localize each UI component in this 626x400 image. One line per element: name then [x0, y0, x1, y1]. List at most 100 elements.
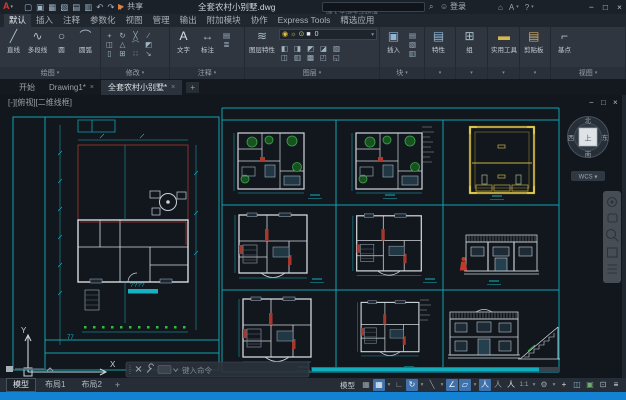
graphics-performance-icon[interactable]: ▣ — [584, 379, 596, 391]
panel-title-groups[interactable]: ▾ — [456, 67, 487, 79]
snap-mode-icon[interactable]: ▦ — [373, 379, 385, 391]
modify-tool-icon[interactable]: ◩ — [143, 40, 154, 49]
open-file-icon[interactable]: ▣ — [36, 1, 44, 13]
ribbon-tab-注释[interactable]: 注释 — [58, 14, 85, 27]
panel-title-draw[interactable]: 绘图▾ — [0, 67, 100, 79]
close-button[interactable]: × — [617, 2, 622, 12]
layers-button-图层特性[interactable]: ≋图层特性 — [248, 29, 276, 54]
groups-button-组[interactable]: ⊞组 — [459, 29, 480, 54]
ribbon-tab-视图[interactable]: 视图 — [121, 14, 148, 27]
object-snap-tracking-icon[interactable]: ∠ — [446, 379, 458, 391]
ribbon-tab-协作[interactable]: 协作 — [246, 14, 273, 27]
plot-icon[interactable]: ▤ — [72, 1, 80, 13]
layers-tool-icon[interactable]: ▥ — [292, 53, 303, 62]
file-tab-全套农村小别墅*[interactable]: 全套农村小别墅*× — [101, 80, 182, 95]
panel-title-block[interactable]: 块▾ — [380, 67, 424, 79]
viewport-controls-label[interactable]: [-][俯视][二维线框] — [8, 97, 72, 107]
drawing-canvas[interactable]: ???? 77 — [0, 95, 626, 378]
app-menu-button[interactable]: A▾ — [3, 1, 13, 11]
doc-close-button[interactable]: × — [613, 98, 618, 107]
annotation-autoscale-icon[interactable]: 人 — [492, 379, 504, 391]
layers-tool-icon[interactable]: ◨ — [292, 44, 303, 53]
clipboard-button-剪贴板[interactable]: ▤剪贴板 — [523, 29, 545, 54]
new-layout-button[interactable]: + — [111, 380, 124, 390]
save-as-icon[interactable]: ▧ — [60, 1, 68, 13]
help-icon[interactable]: ? — [525, 3, 529, 12]
panel-title-annotate[interactable]: 注释▾ — [170, 67, 244, 79]
workspace-gear-icon[interactable]: ⚙ — [538, 379, 550, 391]
clean-screen-icon[interactable]: ⊡ — [597, 379, 609, 391]
object-snap-icon[interactable]: ▱ — [459, 379, 471, 391]
model-space-button[interactable]: 模型 — [336, 380, 359, 391]
annotate-tool-icon[interactable]: ≣ — [221, 40, 232, 49]
polar-tracking-icon[interactable]: ↻ — [406, 379, 418, 391]
properties-button-特性[interactable]: ▤特性 — [428, 29, 449, 54]
recent-commands-icon[interactable] — [158, 366, 171, 374]
autodesk-account-icon[interactable]: A — [509, 3, 514, 12]
viewcube[interactable]: 上 北 南 西 东 — [568, 117, 609, 159]
annotation-scale-person-icon[interactable]: 人 — [505, 379, 517, 391]
annotation-monitor-icon[interactable]: + — [558, 379, 570, 391]
layers-tool-icon[interactable]: ◩ — [305, 44, 316, 53]
print-icon[interactable]: ▥ — [84, 1, 92, 13]
undo-icon[interactable]: ↶ — [96, 1, 103, 13]
panel-title-layers[interactable]: 图层▾ — [245, 67, 379, 79]
layers-tool-icon[interactable]: ▩ — [305, 53, 316, 62]
customization-menu-icon[interactable]: ≡ — [610, 379, 622, 391]
search-icon[interactable]: ⌕ — [429, 1, 433, 13]
modify-tool-icon[interactable]: △ — [117, 40, 128, 49]
maximize-button[interactable]: □ — [603, 2, 608, 12]
polar-tracking-icon-dropdown[interactable]: ▾ — [419, 382, 425, 388]
app-store-icon[interactable]: ⌂ — [498, 3, 503, 12]
annotate-tool-icon[interactable]: ▤ — [221, 31, 232, 40]
isometric-drafting-icon-dropdown[interactable]: ▾ — [439, 382, 445, 388]
quick-properties-icon[interactable]: ◫ — [571, 379, 583, 391]
wcs-dropdown[interactable]: WCS ▾ — [571, 171, 605, 181]
panel-title-properties[interactable]: ▾ — [425, 67, 455, 79]
annotate-button-文字[interactable]: A文字 — [173, 29, 194, 54]
minimize-button[interactable]: − — [589, 2, 594, 12]
layout-tab-布局2[interactable]: 布局2 — [74, 378, 108, 392]
block-tool-icon[interactable]: ▧ — [407, 40, 418, 49]
new-file-icon[interactable]: ▢ — [24, 1, 32, 13]
panel-title-clipboard[interactable]: ▾ — [520, 67, 550, 79]
command-prompt[interactable]: 键入命令 — [182, 365, 212, 375]
isometric-drafting-icon[interactable]: ╲ — [426, 379, 438, 391]
viewcube-west[interactable]: 西 — [568, 134, 575, 142]
viewcube-north[interactable]: 北 — [585, 117, 592, 125]
file-tab-开始[interactable]: 开始 — [12, 80, 42, 95]
modify-tool-icon[interactable]: ╳ — [130, 31, 141, 40]
doc-restore-button[interactable]: □ — [601, 98, 606, 107]
ribbon-tab-默认[interactable]: 默认 — [4, 14, 31, 27]
draw-button-多段线[interactable]: ∿多段线 — [27, 29, 48, 54]
snap-mode-icon-dropdown[interactable]: ▾ — [386, 382, 392, 388]
layout-tab-布局1[interactable]: 布局1 — [38, 378, 72, 392]
ribbon-tab-精选应用[interactable]: 精选应用 — [335, 14, 379, 27]
ribbon-tab-参数化[interactable]: 参数化 — [85, 14, 121, 27]
panel-title-utilities[interactable]: ▾ — [488, 67, 519, 79]
redo-icon[interactable]: ↷ — [107, 1, 114, 13]
workspace-gear-icon-dropdown[interactable]: ▾ — [551, 382, 557, 388]
modify-tool-icon[interactable]: ◫ — [104, 40, 115, 49]
tab-close-icon[interactable]: × — [90, 84, 94, 91]
annotation-scale-value[interactable]: 1:1 — [518, 379, 530, 391]
draw-button-直线[interactable]: ╱直线 — [3, 29, 24, 54]
block-button-插入[interactable]: ▣插入 — [383, 29, 404, 54]
ribbon-tab-附加模块[interactable]: 附加模块 — [202, 14, 246, 27]
viewcube-east[interactable]: 东 — [602, 133, 609, 142]
ribbon-tab-Express Tools[interactable]: Express Tools — [273, 14, 336, 27]
modify-tool-icon[interactable]: ∕ — [143, 31, 154, 40]
annotation-visibility-icon[interactable]: 人 — [479, 379, 491, 391]
object-snap-icon-dropdown[interactable]: ▾ — [472, 382, 478, 388]
layers-tool-icon[interactable]: ◱ — [331, 53, 342, 62]
doc-minimize-button[interactable]: − — [589, 98, 594, 107]
annotate-button-标注[interactable]: ↔标注 — [197, 29, 218, 54]
annotation-scale-value-dropdown[interactable]: ▾ — [531, 382, 537, 388]
ortho-mode-icon[interactable]: ∟ — [393, 379, 405, 391]
layers-tool-icon[interactable]: ◪ — [318, 44, 329, 53]
file-tab-Drawing1*[interactable]: Drawing1*× — [42, 80, 101, 95]
draw-button-圆弧[interactable]: ⌒圆弧 — [75, 29, 96, 54]
modify-tool-icon[interactable]: ⌒ — [130, 40, 141, 49]
modify-tool-icon[interactable]: ▯ — [104, 49, 115, 58]
autodesk-account-icon-dropdown[interactable]: ▾ — [516, 4, 519, 10]
